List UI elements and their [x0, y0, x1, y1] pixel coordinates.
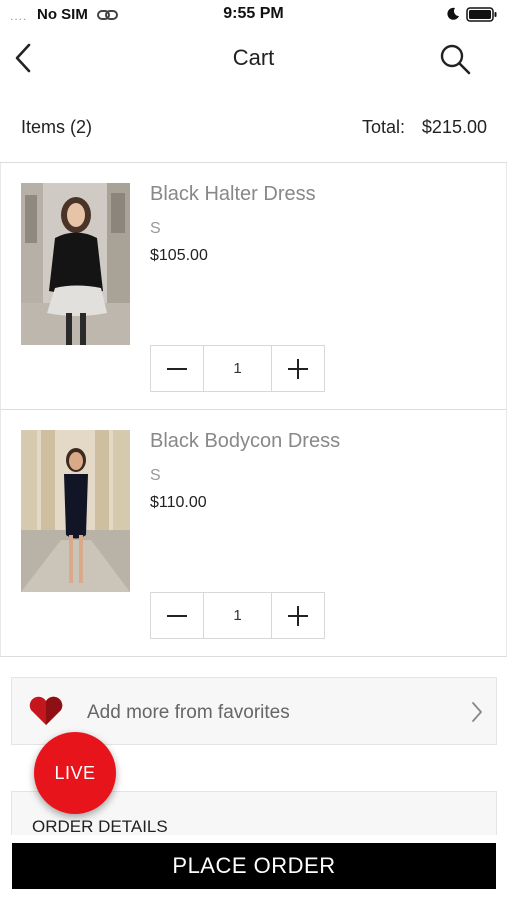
live-button[interactable]: LIVE: [34, 732, 116, 814]
cart-summary: Items (2) Total: $215.00: [0, 103, 507, 153]
product-name[interactable]: Black Halter Dress: [150, 183, 316, 206]
place-order-label: PLACE ORDER: [172, 853, 336, 878]
nav-header: Cart: [0, 30, 507, 88]
moon-icon: [447, 7, 459, 20]
product-name[interactable]: Black Bodycon Dress: [150, 430, 340, 453]
place-order-button[interactable]: PLACE ORDER: [12, 843, 496, 889]
quantity-value[interactable]: 1: [203, 593, 272, 638]
quantity-stepper: 1: [150, 592, 325, 639]
product-image[interactable]: [21, 183, 130, 345]
heart-icon: [29, 696, 63, 725]
plus-icon: [288, 605, 308, 626]
quantity-stepper: 1: [150, 345, 325, 392]
total-label: Total:: [361, 117, 405, 137]
product-size: S: [150, 220, 161, 237]
page-title: Cart: [232, 45, 275, 70]
decrement-button[interactable]: [151, 346, 203, 391]
plus-icon: [288, 358, 308, 379]
product-price: $110.00: [150, 494, 207, 511]
chevron-right-icon: [472, 702, 482, 722]
status-bar: .... No SIM 9:55 PM: [0, 0, 507, 30]
increment-button[interactable]: [272, 593, 324, 638]
favorites-label: Add more from favorites: [87, 702, 290, 723]
increment-button[interactable]: [272, 346, 324, 391]
total-value: $215.00: [421, 117, 487, 137]
cart-item: Black Halter Dress S $105.00 1: [0, 163, 507, 410]
product-price: $105.00: [150, 247, 208, 264]
search-icon[interactable]: [438, 42, 472, 76]
product-size: S: [150, 467, 161, 484]
quantity-value[interactable]: 1: [203, 346, 272, 391]
minus-icon: [167, 614, 187, 617]
decrement-button[interactable]: [151, 593, 203, 638]
order-details-label: ORDER DETAILS: [32, 817, 168, 836]
minus-icon: [167, 367, 187, 370]
items-count: Items (2): [21, 117, 93, 137]
product-image[interactable]: [21, 430, 130, 592]
live-label: LIVE: [54, 762, 96, 783]
cart-item: Black Bodycon Dress S $110.00 1: [0, 410, 507, 657]
battery-icon: [466, 7, 497, 22]
clock: 9:55 PM: [223, 5, 284, 22]
cart-list: Black Halter Dress S $105.00 1 Black Bod…: [0, 162, 507, 657]
